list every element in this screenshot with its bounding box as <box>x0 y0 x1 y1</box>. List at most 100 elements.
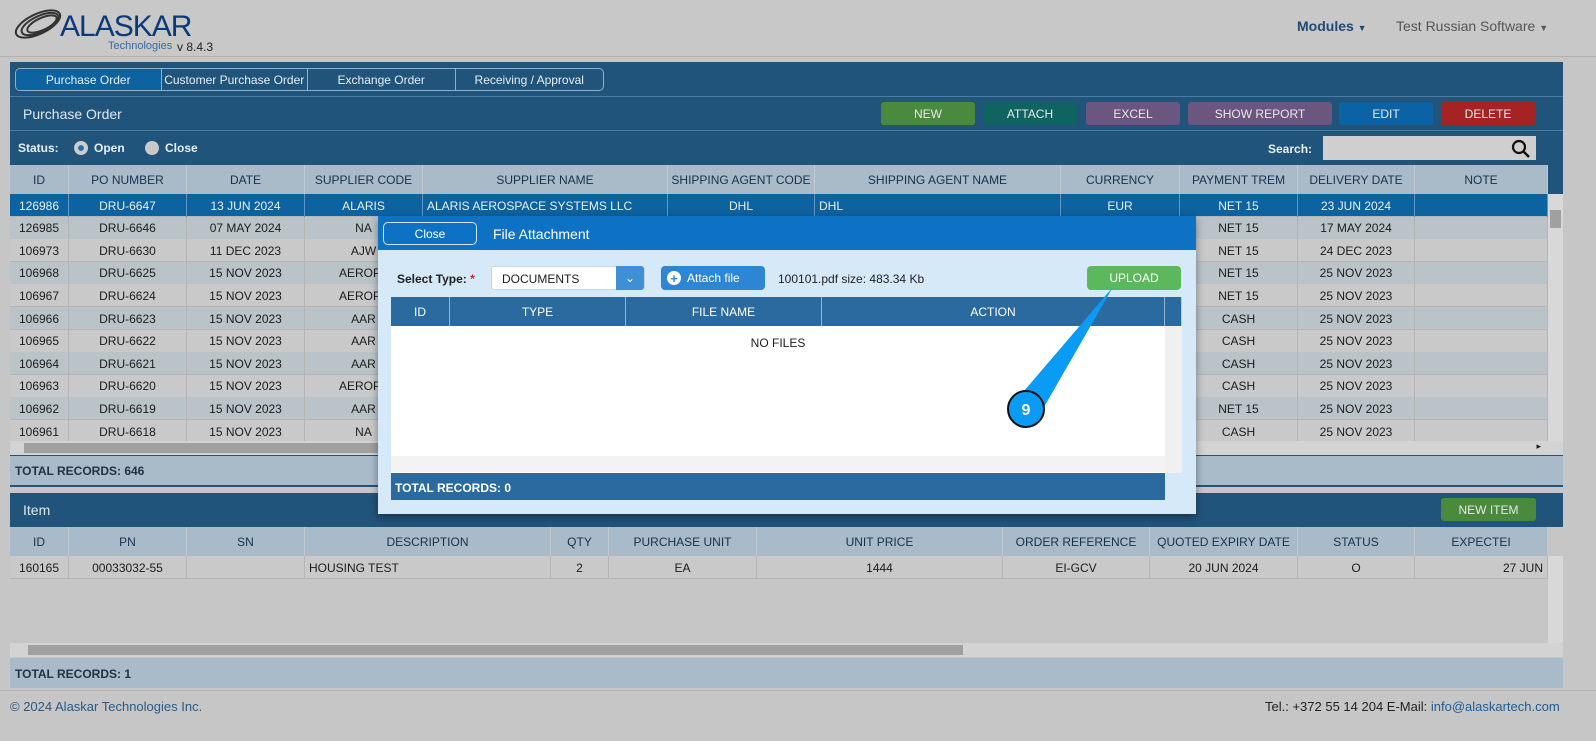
table-cell: 106962 <box>10 397 69 421</box>
table-cell: 126986 <box>10 194 69 217</box>
table-cell: 126985 <box>10 216 69 240</box>
table-cell: 106973 <box>10 239 69 263</box>
table-cell: DHL <box>815 194 1061 217</box>
column-header-po-number[interactable]: PO NUMBER <box>69 165 187 194</box>
modules-label: Modules <box>1297 18 1354 34</box>
logo-text: ALASKAR <box>60 10 192 43</box>
tab-customer-purchase-order[interactable]: Customer Purchase Order <box>162 69 308 90</box>
item-vertical-scrollbar[interactable] <box>1548 556 1563 643</box>
item-column-header-quoted-expiry-date[interactable]: QUOTED EXPIRY DATE <box>1150 527 1298 556</box>
table-cell: 15 NOV 2023 <box>187 352 305 376</box>
column-header-supplier-code[interactable]: SUPPLIER CODE <box>305 165 423 194</box>
plus-circle-icon: + <box>667 271 681 286</box>
table-cell: 25 NOV 2023 <box>1298 329 1415 353</box>
column-header-supplier-name[interactable]: SUPPLIER NAME <box>423 165 668 194</box>
company-menu[interactable]: Test Russian Software ▼ <box>1396 18 1548 34</box>
table-cell: 25 NOV 2023 <box>1298 397 1415 421</box>
edit-button[interactable]: EDIT <box>1339 102 1433 125</box>
item-column-header-expectei[interactable]: EXPECTEI <box>1415 527 1548 556</box>
column-header-shipping-agent-code[interactable]: SHIPPING AGENT CODE <box>668 165 815 194</box>
table-cell: NET 15 <box>1180 216 1298 240</box>
close-button[interactable]: Close <box>383 222 477 245</box>
upload-button[interactable]: UPLOAD <box>1087 266 1181 290</box>
table-cell: DRU-6619 <box>69 397 187 421</box>
status-close-radio[interactable]: Close <box>145 141 198 155</box>
tab-receiving-approval[interactable]: Receiving / Approval <box>456 69 604 90</box>
column-header-payment-trem[interactable]: PAYMENT TREM <box>1180 165 1298 194</box>
copyright: © 2024 Alaskar Technologies Inc. <box>10 699 203 714</box>
modal-column-header-id[interactable]: ID <box>391 297 450 326</box>
search-icon[interactable] <box>1511 139 1531 159</box>
item-column-header-unit-price[interactable]: UNIT PRICE <box>757 527 1003 556</box>
tab-exchange-order[interactable]: Exchange Order <box>308 69 456 90</box>
table-cell: 07 MAY 2024 <box>187 216 305 240</box>
table-cell <box>1415 261 1548 285</box>
table-cell <box>1415 352 1548 376</box>
modal-column-header-file-name[interactable]: FILE NAME <box>626 297 822 326</box>
email-link[interactable]: info@alaskartech.com <box>1431 699 1560 714</box>
table-cell: NET 15 <box>1180 284 1298 308</box>
required-marker: * <box>470 272 475 286</box>
new-button[interactable]: NEW <box>881 102 975 125</box>
select-type-dropdown[interactable]: DOCUMENTS ⌄ <box>491 266 645 290</box>
table-cell: CASH <box>1180 374 1298 398</box>
item-cell: EI-GCV <box>1003 556 1150 579</box>
modal-horizontal-scrollbar[interactable] <box>391 456 1165 472</box>
modal-header-filler <box>1165 297 1182 326</box>
table-cell <box>1415 329 1548 353</box>
table-cell: 106965 <box>10 329 69 353</box>
show-report-button[interactable]: SHOW REPORT <box>1188 102 1332 125</box>
table-cell: 23 JUN 2024 <box>1298 194 1415 217</box>
table-cell: 24 DEC 2023 <box>1298 239 1415 263</box>
table-cell: DRU-6646 <box>69 216 187 240</box>
select-type-value: DOCUMENTS <box>502 272 580 286</box>
item-column-header-description[interactable]: DESCRIPTION <box>305 527 551 556</box>
search-label: Search: <box>1268 142 1313 156</box>
item-column-header-id[interactable]: ID <box>10 527 69 556</box>
modal-vertical-scrollbar[interactable] <box>1165 326 1182 473</box>
excel-button[interactable]: EXCEL <box>1086 102 1180 125</box>
item-column-header-order-reference[interactable]: ORDER REFERENCE <box>1003 527 1150 556</box>
item-column-header-qty[interactable]: QTY <box>551 527 609 556</box>
item-column-header-sn[interactable]: SN <box>187 527 305 556</box>
column-header-currency[interactable]: CURRENCY <box>1061 165 1180 194</box>
vertical-scrollbar[interactable] <box>1548 194 1563 441</box>
table-cell: CASH <box>1180 329 1298 353</box>
modal-title: File Attachment <box>493 226 590 242</box>
new-item-button[interactable]: NEW ITEM <box>1441 498 1536 521</box>
file-attachment-modal: Close File Attachment Select Type: * DOC… <box>378 216 1196 514</box>
table-cell: DRU-6624 <box>69 284 187 308</box>
table-cell: CASH <box>1180 420 1298 443</box>
modal-column-header-action[interactable]: ACTION <box>822 297 1165 326</box>
column-header-id[interactable]: ID <box>10 165 69 194</box>
version: v 8.4.3 <box>177 40 214 54</box>
attach-button[interactable]: ATTACH <box>983 102 1077 125</box>
search-input[interactable] <box>1323 136 1536 160</box>
delete-button[interactable]: DELETE <box>1441 102 1535 125</box>
modules-menu[interactable]: Modules ▼ <box>1297 18 1367 34</box>
table-cell <box>1415 194 1548 217</box>
table-cell: 15 NOV 2023 <box>187 261 305 285</box>
modal-column-header-type[interactable]: TYPE <box>450 297 626 326</box>
item-column-header-pn[interactable]: PN <box>69 527 187 556</box>
table-cell: 25 NOV 2023 <box>1298 261 1415 285</box>
tab-purchase-order[interactable]: Purchase Order <box>16 69 162 90</box>
item-column-header-status[interactable]: STATUS <box>1298 527 1415 556</box>
table-cell: DRU-6618 <box>69 420 187 443</box>
column-header-delivery-date[interactable]: DELIVERY DATE <box>1298 165 1415 194</box>
column-header-shipping-agent-name[interactable]: SHIPPING AGENT NAME <box>815 165 1061 194</box>
column-header-note[interactable]: NOTE <box>1415 165 1548 194</box>
status-open-radio[interactable]: Open <box>74 141 125 155</box>
table-cell <box>1415 216 1548 240</box>
column-header-date[interactable]: DATE <box>187 165 305 194</box>
item-column-header-purchase-unit[interactable]: PURCHASE UNIT <box>609 527 757 556</box>
table-cell: DHL <box>668 194 815 217</box>
attach-file-button[interactable]: + Attach file <box>661 266 765 290</box>
table-cell: 106963 <box>10 374 69 398</box>
table-cell: NET 15 <box>1180 261 1298 285</box>
item-horizontal-scrollbar[interactable] <box>10 643 1563 657</box>
table-cell: DRU-6625 <box>69 261 187 285</box>
contact-info: Tel.: +372 55 14 204 E-Mail: info@alaska… <box>1265 699 1560 714</box>
no-files-message: NO FILES <box>750 336 806 350</box>
table-cell: 25 NOV 2023 <box>1298 420 1415 443</box>
